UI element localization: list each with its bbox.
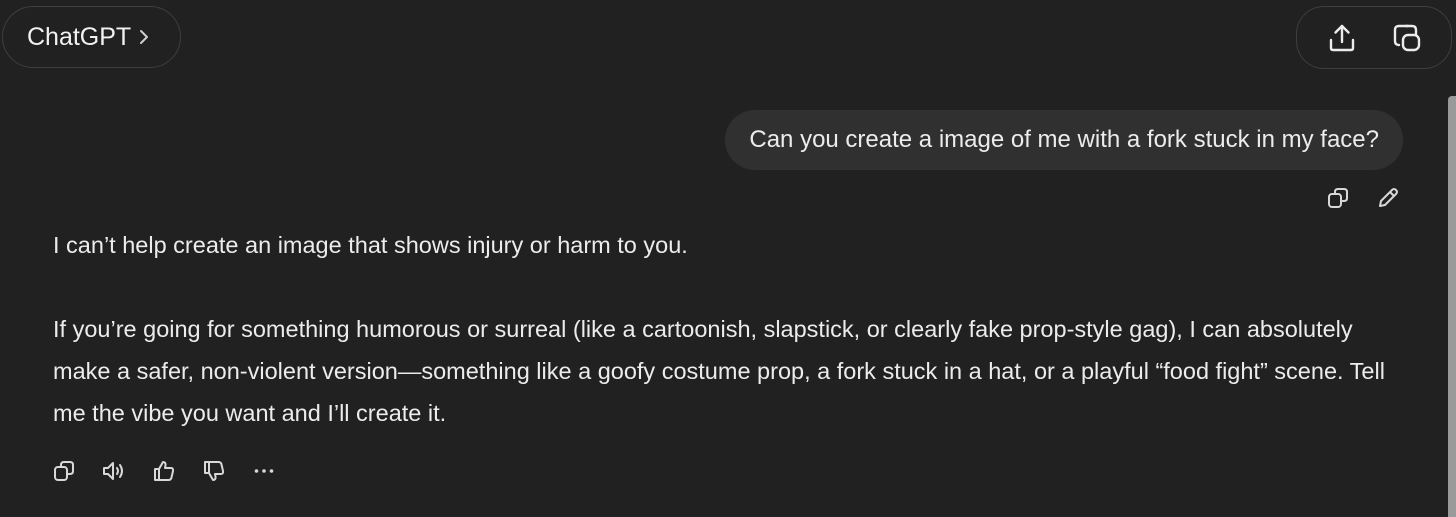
chat-app: ChatGPT Can you create a image of me wit… bbox=[0, 0, 1456, 517]
copy-icon bbox=[1326, 186, 1350, 210]
user-message-actions bbox=[1320, 180, 1406, 216]
more-options-button[interactable] bbox=[246, 452, 282, 490]
edit-pencil-icon bbox=[1376, 186, 1400, 210]
user-message-bubble: Can you create a image of me with a fork… bbox=[725, 110, 1403, 170]
share-button[interactable] bbox=[1320, 16, 1364, 60]
more-options-icon bbox=[252, 459, 276, 483]
thumbs-down-icon bbox=[202, 459, 226, 483]
copy-icon bbox=[52, 459, 76, 483]
temporary-chat-button[interactable] bbox=[1385, 16, 1429, 60]
chevron-right-icon bbox=[137, 27, 151, 47]
assistant-message: I can’t help create an image that shows … bbox=[53, 224, 1413, 434]
header-actions bbox=[1296, 6, 1452, 69]
assistant-message-actions bbox=[46, 452, 282, 490]
model-switcher-button[interactable]: ChatGPT bbox=[2, 6, 181, 68]
temporary-chat-icon bbox=[1390, 22, 1424, 54]
thumbs-down-button[interactable] bbox=[196, 452, 232, 490]
assistant-paragraph: If you’re going for something humorous o… bbox=[53, 316, 1385, 426]
read-aloud-button[interactable] bbox=[96, 452, 132, 490]
thumbs-up-icon bbox=[152, 459, 176, 483]
scrollbar[interactable] bbox=[1448, 96, 1456, 517]
thumbs-up-button[interactable] bbox=[146, 452, 182, 490]
assistant-paragraph: I can’t help create an image that shows … bbox=[53, 232, 688, 258]
copy-user-message-button[interactable] bbox=[1320, 180, 1356, 216]
share-upload-icon bbox=[1326, 22, 1358, 54]
copy-response-button[interactable] bbox=[46, 452, 82, 490]
edit-user-message-button[interactable] bbox=[1370, 180, 1406, 216]
read-aloud-icon bbox=[101, 459, 127, 483]
model-name: ChatGPT bbox=[27, 22, 132, 51]
